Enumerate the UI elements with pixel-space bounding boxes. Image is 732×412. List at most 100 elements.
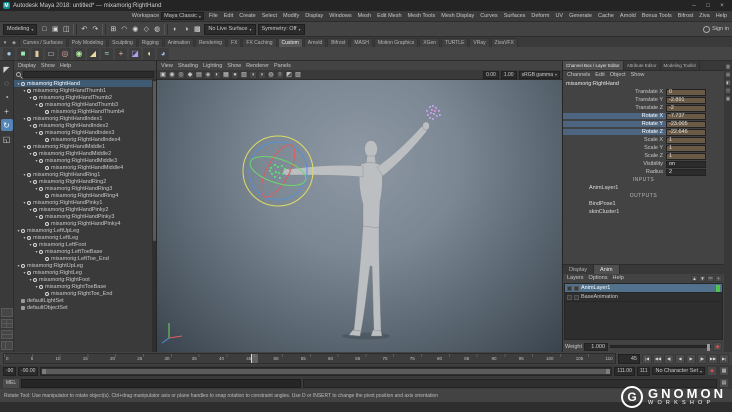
layer-mute-toggle[interactable] (567, 294, 572, 300)
play-backwards-button[interactable]: ◀ (675, 353, 685, 364)
separator[interactable] (102, 23, 107, 35)
open-scene-icon[interactable]: ▣ (50, 23, 60, 35)
menu-item[interactable]: Arnold (617, 11, 639, 22)
viewport-menu-item[interactable]: Show (225, 63, 243, 69)
render-icon[interactable]: ◐ (170, 23, 180, 35)
snap-to-plane-icon[interactable]: ◇ (141, 23, 151, 35)
shelf-ik-handle-icon[interactable]: ◢ (87, 47, 99, 60)
playback-end-field[interactable]: 111.00 (614, 366, 635, 376)
shelf-sphere-icon[interactable]: ● (3, 47, 15, 60)
make-live-icon[interactable]: ◍ (152, 23, 162, 35)
shelf-tab[interactable]: MASH (350, 38, 373, 47)
lock-camera-icon[interactable]: ◉ (168, 70, 176, 79)
ipr-render-icon[interactable]: ◑ (181, 23, 191, 35)
weight-value-field[interactable]: 1.000 (584, 342, 609, 351)
menu-item[interactable]: Mesh (355, 11, 374, 22)
shelf-tab[interactable]: Curves / Surfaces (19, 38, 67, 47)
outliner-item[interactable]: ▾ mixamorig:RightHandIndex2 (14, 122, 156, 129)
range-slider-bar[interactable] (42, 368, 611, 374)
channel-name[interactable]: Rotate Y (563, 121, 666, 127)
layout-single-pane-button[interactable] (0, 308, 13, 317)
outliner-item[interactable]: ▾ mixamorig:RightHandPinky2 (14, 206, 156, 213)
ambient-occlusion-icon[interactable]: ◍ (267, 70, 275, 79)
outliner-item[interactable]: ▾ mixamorig:RightHandThumb1 (14, 87, 156, 94)
mel-command-input[interactable] (21, 378, 301, 388)
input-node[interactable]: AnimLayer1 (563, 184, 724, 192)
shelf-menu-icon[interactable]: ▾ (1, 38, 9, 47)
outliner-item[interactable]: mixamorig:RightHandPinky4 (14, 220, 156, 227)
layer-solo-toggle[interactable] (574, 294, 579, 300)
viewport-menu-item[interactable]: View (159, 63, 175, 69)
channel-value-field[interactable]: -23.005 (666, 120, 706, 128)
snap-to-grid-icon[interactable]: ⊞ (108, 23, 118, 35)
menu-item[interactable]: Edit Mesh (374, 11, 404, 22)
tool-settings-toggle-icon[interactable]: ◧ (725, 79, 731, 85)
step-back-frame-button[interactable]: ◀| (664, 353, 674, 364)
step-back-key-button[interactable]: ◀◀ (653, 353, 663, 364)
shelf-locator-icon[interactable]: + (115, 47, 127, 60)
menu-item[interactable]: Deform (528, 11, 552, 22)
shelf-tab[interactable]: Custom (277, 38, 303, 47)
outliner-item[interactable]: ▾ mixamorig:RightToeBase (14, 283, 156, 290)
menu-item[interactable]: Create (236, 11, 259, 22)
character-mesh[interactable] (282, 121, 430, 337)
shelf-light-icon[interactable]: ◖ (143, 47, 155, 60)
viewport-menu-item[interactable]: Panels (272, 63, 293, 69)
outliner-item[interactable]: ▾ mixamorig:RightLeg (14, 269, 156, 276)
channel-box-menu-item[interactable]: Show (629, 72, 647, 78)
paint-select-tool-button[interactable]: ◔ (1, 91, 13, 103)
rotate-tool-button[interactable]: ↻ (0, 119, 13, 131)
channel-name[interactable]: Radius (563, 169, 666, 175)
layer-editor-tab[interactable]: Anim (594, 265, 620, 274)
shelf-tab[interactable]: ZivaVFX (490, 38, 518, 47)
outliner-item[interactable]: ▾ mixamorig:RightHandIndex3 (14, 129, 156, 136)
shelf-camera-icon[interactable]: ◪ (129, 47, 141, 60)
shelf-tab[interactable]: FX Caching (242, 38, 277, 47)
mel-label[interactable]: MEL (3, 378, 19, 388)
layout-split-horizontal-button[interactable] (0, 330, 13, 339)
outliner-item[interactable]: mixamorig:RightToe_End (14, 290, 156, 297)
smooth-shade-icon[interactable]: ● (231, 70, 239, 79)
left-hand-joints[interactable] (426, 105, 441, 120)
channel-box-toggle-icon[interactable]: ▥ (725, 63, 731, 69)
outliner-scrollbar[interactable] (152, 79, 156, 352)
outliner-item[interactable]: ▾ mixamorig:RightHandPinky1 (14, 199, 156, 206)
outliner-item[interactable]: ▾ mixamorig:RightFoot (14, 276, 156, 283)
current-frame-field[interactable]: 45 (618, 353, 640, 364)
playback-start-field[interactable]: -90.00 (18, 366, 39, 376)
outliner-item[interactable]: mixamorig:RightHandThumb4 (14, 108, 156, 115)
viewport-menu-item[interactable]: Renderer (244, 63, 271, 69)
outliner-item[interactable]: ▾ mixamorig:RightHandRing3 (14, 185, 156, 192)
outliner-item[interactable]: mixamorig:RightHandIndex4 (14, 136, 156, 143)
scrollbar-thumb[interactable] (152, 81, 156, 241)
separator[interactable] (164, 23, 169, 35)
shelf-gear-icon[interactable]: ◈ (10, 38, 18, 47)
channel-value-field[interactable]: 1 (666, 144, 706, 152)
viewport-menu-item[interactable]: Lighting (201, 63, 224, 69)
play-forwards-button[interactable]: ▶ (686, 353, 696, 364)
channel-value-field[interactable]: 0 (666, 88, 706, 96)
menu-item[interactable]: Modify (280, 11, 302, 22)
outliner-item[interactable]: mixamorig:RightHandRing4 (14, 192, 156, 199)
new-layer-icon[interactable]: + (715, 274, 722, 282)
shelf-tab[interactable]: Poly Modeling (67, 38, 108, 47)
layer-up-icon[interactable]: ▲ (691, 274, 698, 282)
outliner-menu-item[interactable]: Show (39, 63, 57, 69)
channel-box-menu-item[interactable]: Channels (565, 72, 592, 78)
channel-value-field[interactable]: -2 (666, 104, 706, 112)
new-scene-icon[interactable]: □ (39, 23, 49, 35)
move-tool-button[interactable]: + (1, 105, 13, 117)
channel-value-field[interactable]: -2.891 (666, 96, 706, 104)
menu-item[interactable]: Edit (221, 11, 236, 22)
channel-name[interactable]: Rotate Z (563, 129, 666, 135)
outliner-item[interactable]: ▾ mixamorig:RightHandThumb2 (14, 94, 156, 101)
outliner-item[interactable]: mixamorig:LeftToe_End (14, 255, 156, 262)
rotate-manipulator[interactable] (242, 135, 314, 207)
output-node[interactable]: BindPose1 (563, 200, 724, 208)
outliner-item[interactable]: ▾ mixamorig:LeftLeg (14, 234, 156, 241)
scene-view[interactable] (157, 80, 562, 352)
menu-item[interactable]: File (206, 11, 221, 22)
layout-outliner-persp-button[interactable] (0, 341, 13, 350)
shelf-plane-icon[interactable]: ▭ (45, 47, 57, 60)
layer-editor-menu-item[interactable]: Layers (565, 275, 586, 281)
